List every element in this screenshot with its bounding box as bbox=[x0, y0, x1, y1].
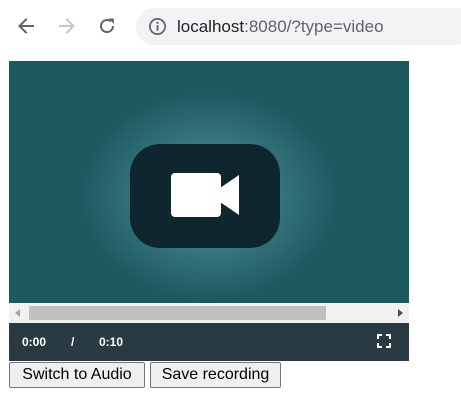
current-time: 0:00 bbox=[22, 335, 47, 349]
arrow-left-icon bbox=[18, 18, 34, 34]
address-bar[interactable]: localhost:8080/?type=video bbox=[136, 8, 461, 45]
url-host: localhost bbox=[177, 17, 245, 36]
url-text[interactable]: localhost:8080/?type=video bbox=[177, 17, 384, 36]
time-separator: / bbox=[71, 335, 75, 349]
video-player[interactable]: 0:00 / 0:10 bbox=[9, 61, 409, 361]
save-recording-button[interactable]: Save recording bbox=[150, 362, 281, 388]
switch-to-audio-button[interactable]: Switch to Audio bbox=[9, 362, 145, 388]
reload-button[interactable] bbox=[94, 13, 120, 39]
fullscreen-icon[interactable] bbox=[377, 334, 391, 348]
info-icon[interactable] bbox=[148, 17, 167, 36]
reload-icon bbox=[100, 18, 115, 34]
video-placeholder bbox=[130, 144, 280, 248]
scroll-thumb[interactable] bbox=[29, 306, 326, 320]
video-camera-icon bbox=[171, 173, 239, 217]
url-path: :8080/?type=video bbox=[244, 17, 384, 36]
arrow-right-icon bbox=[59, 18, 75, 34]
video-scrollbar[interactable] bbox=[9, 303, 409, 323]
back-button[interactable] bbox=[13, 13, 39, 39]
browser-toolbar: localhost:8080/?type=video bbox=[0, 0, 461, 52]
media-controls: 0:00 / 0:10 bbox=[9, 323, 409, 361]
forward-button[interactable] bbox=[54, 13, 80, 39]
scroll-right-arrow-icon[interactable] bbox=[398, 309, 403, 317]
scroll-left-arrow-icon[interactable] bbox=[15, 309, 20, 317]
duration: 0:10 bbox=[99, 335, 124, 349]
